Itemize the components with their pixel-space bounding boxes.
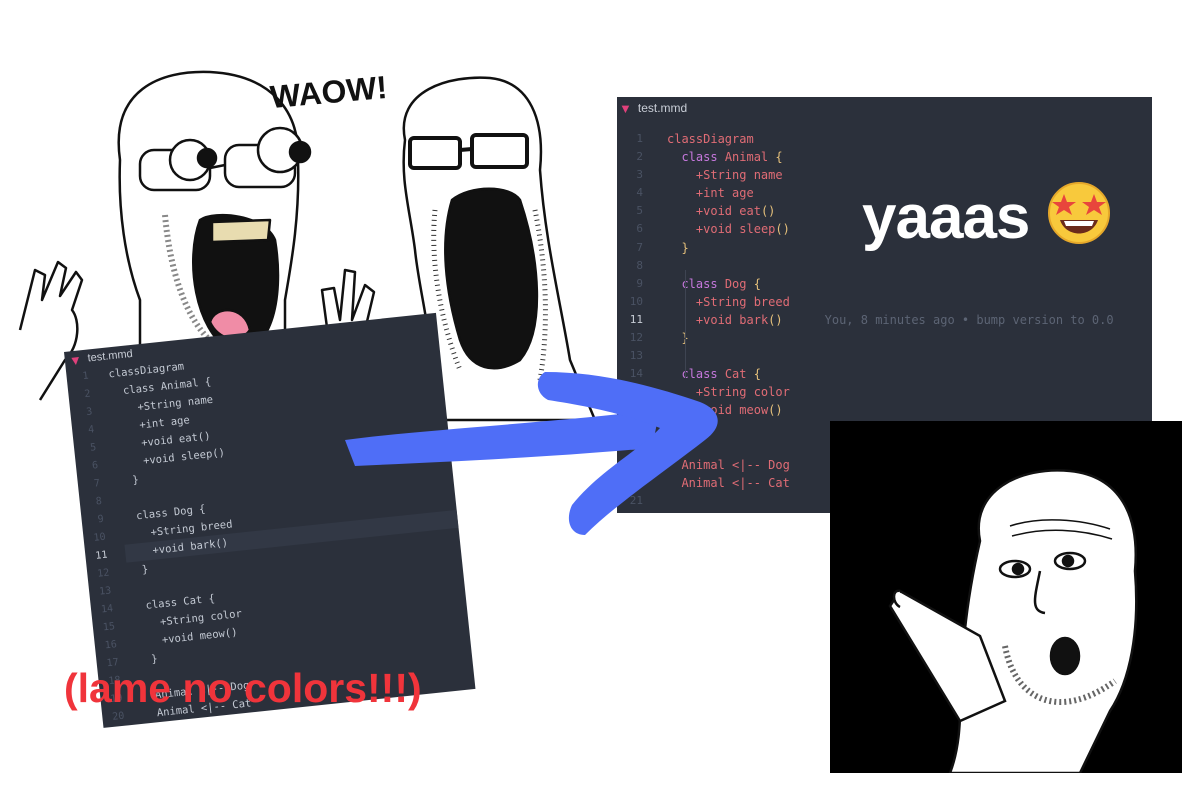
- line-number: 6: [636, 222, 643, 236]
- line-number: 7: [93, 477, 101, 490]
- line-number: 15: [629, 385, 643, 399]
- pointing-wojak-panel: [830, 421, 1182, 773]
- code-text: class Dog {: [681, 276, 761, 291]
- mermaid-logo-icon: ▼: [68, 351, 83, 368]
- line-number: 15: [102, 621, 116, 634]
- git-blame-annotation: You, 8 minutes ago • bump version to 0.0: [824, 312, 1114, 327]
- line-number: 1: [636, 132, 643, 145]
- code-text: }: [131, 473, 140, 487]
- line-number: 8: [95, 495, 103, 508]
- code-line[interactable]: 13: [617, 347, 1152, 365]
- line-number: 6: [91, 460, 99, 472]
- line-number: 10: [93, 531, 107, 544]
- code-text: Animal <|-- Cat: [681, 475, 790, 490]
- yaaas-caption: yaaas: [862, 180, 1112, 249]
- code-text: +String name: [695, 168, 783, 183]
- line-number: 8: [636, 258, 643, 272]
- line-number: 13: [629, 349, 643, 363]
- line-number: 13: [98, 585, 112, 598]
- code-line[interactable]: 14 class Cat {: [617, 365, 1152, 383]
- indent-guide: [685, 415, 686, 451]
- indent-guide: [685, 270, 686, 378]
- line-number: 9: [636, 276, 643, 290]
- code-text: +void sleep(): [695, 222, 790, 237]
- pointing-wojak-drawing: [888, 469, 1138, 773]
- code-text: class Cat {: [681, 367, 761, 382]
- code-text: +String color: [695, 385, 790, 400]
- tab-filename: test.mmd: [637, 101, 688, 115]
- line-number: 4: [87, 424, 95, 436]
- line-number: 9: [97, 513, 105, 526]
- line-number: 2: [636, 150, 643, 164]
- line-number: 20: [629, 475, 643, 489]
- line-number: 3: [85, 406, 93, 418]
- code-line[interactable]: 9 class Dog {: [617, 275, 1152, 293]
- tab-filename: test.mmd: [87, 347, 134, 365]
- star-struck-emoji-icon: [1047, 182, 1110, 244]
- code-line[interactable]: 12 }: [617, 329, 1152, 347]
- code-line[interactable]: 15 +String color: [617, 383, 1152, 401]
- line-number: 7: [636, 240, 643, 254]
- line-number: 17: [629, 421, 643, 435]
- code-line[interactable]: 11 +void bark() You, 8 minutes ago • bump…: [617, 311, 1152, 329]
- code-text: classDiagram: [667, 132, 754, 146]
- mermaid-logo-icon: ▼: [619, 100, 632, 116]
- line-number: 5: [89, 442, 97, 454]
- code-text: }: [141, 563, 149, 577]
- line-number: 19: [629, 457, 643, 471]
- code-line[interactable]: 2 class Animal {: [617, 148, 1152, 166]
- line-number: 12: [629, 331, 643, 345]
- line-number: 12: [96, 567, 110, 580]
- editor-tab[interactable]: ▼ test.mmd: [617, 97, 1152, 119]
- line-number: 16: [629, 403, 643, 417]
- code-text: Animal <|-- Dog: [681, 457, 790, 472]
- line-number: 10: [629, 294, 643, 308]
- code-text: +int age: [695, 186, 754, 201]
- code-line[interactable]: 16 +void meow(): [617, 401, 1152, 419]
- code-line[interactable]: 1 classDiagram: [617, 130, 1152, 148]
- lame-no-colors-caption: (lame no colors!!!): [64, 665, 422, 711]
- line-number: 2: [83, 388, 92, 401]
- line-number: 1: [82, 370, 90, 383]
- code-text: }: [681, 240, 689, 255]
- line-number: 3: [636, 168, 643, 182]
- code-text: class Animal {: [681, 150, 783, 165]
- line-number: 18: [629, 439, 643, 453]
- line-number: 14: [629, 367, 643, 381]
- line-number: 11: [94, 549, 109, 562]
- line-number: 14: [100, 603, 114, 616]
- code-line[interactable]: 10 +String breed: [617, 293, 1152, 311]
- code-line[interactable]: 8: [617, 257, 1152, 275]
- line-number: 4: [636, 186, 643, 200]
- line-number: 21: [629, 493, 643, 507]
- line-number: 11: [629, 312, 643, 326]
- line-number: 16: [104, 639, 118, 652]
- line-number: 5: [636, 204, 643, 218]
- code-text: +void eat(): [695, 204, 776, 219]
